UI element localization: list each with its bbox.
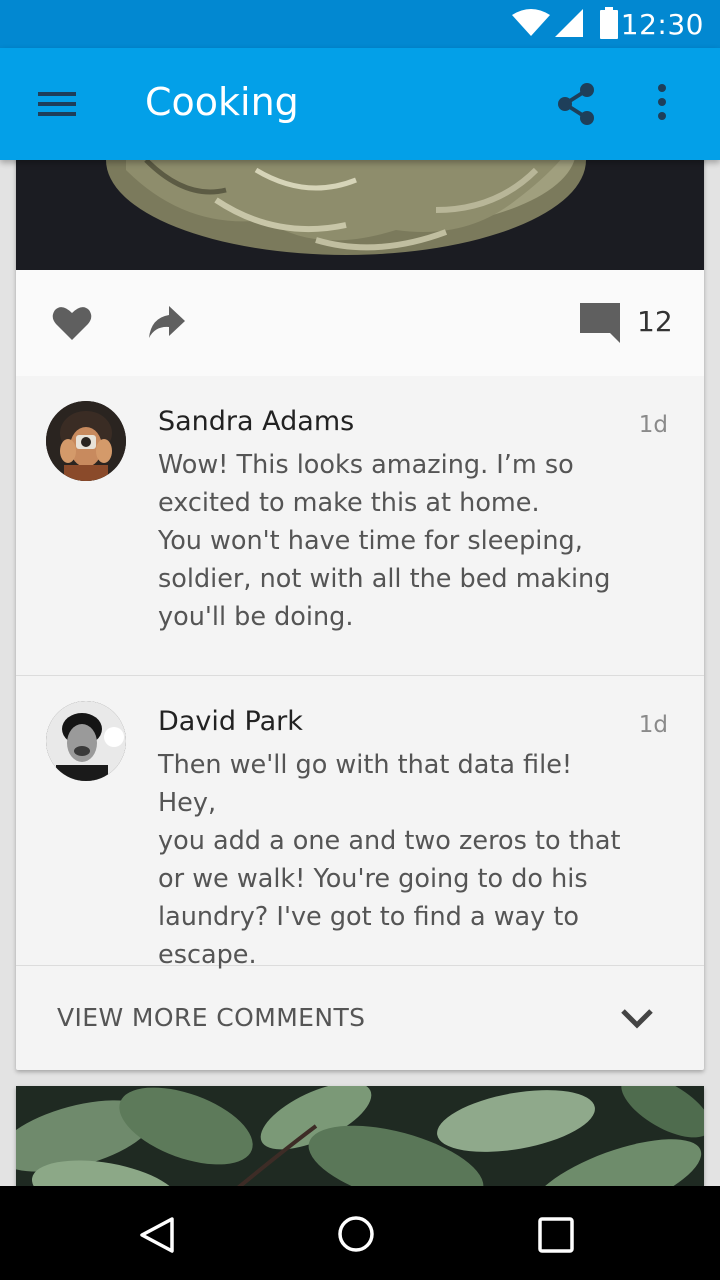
app-bar: Cooking <box>0 48 720 160</box>
comment-time: 1d <box>638 412 668 438</box>
status-bar: 12:30 <box>0 0 720 48</box>
forward-icon[interactable] <box>147 304 187 340</box>
view-more-comments-button[interactable]: VIEW MORE COMMENTS <box>16 966 704 1070</box>
comment-text: Wow! This looks amazing. I’m so excited … <box>158 446 628 636</box>
basil-leaves-photo[interactable] <box>16 1086 704 1186</box>
status-time: 12:30 <box>620 8 704 41</box>
comment-text: Then we'll go with that data file! Hey, … <box>158 746 628 974</box>
comment-icon[interactable] <box>578 301 622 345</box>
post-card: 12 Sandra Adams 1d Wow! This looks amazi… <box>16 160 704 1070</box>
app-title: Cooking <box>145 80 299 124</box>
chevron-down-icon <box>621 1009 653 1029</box>
artichoke-photo <box>16 160 704 270</box>
heart-icon[interactable] <box>52 305 92 341</box>
feed[interactable]: 12 Sandra Adams 1d Wow! This looks amazi… <box>0 160 720 1186</box>
post-action-bar: 12 <box>16 270 704 376</box>
menu-icon[interactable] <box>38 90 76 118</box>
comment-line: excited to make this at home. <box>158 488 540 518</box>
comment-line: soldier, not with all the bed making <box>158 564 611 594</box>
comment-author: David Park <box>158 706 303 737</box>
view-more-label: VIEW MORE COMMENTS <box>57 1003 366 1032</box>
navigation-bar <box>0 1186 720 1280</box>
comment-line: you add a one and two zeros to that <box>158 826 621 856</box>
comment-time: 1d <box>638 712 668 738</box>
comment-line: Then we'll go with that data file! Hey, <box>158 750 573 818</box>
comment-count: 12 <box>637 305 673 338</box>
recents-icon[interactable] <box>538 1217 574 1253</box>
comment-line: or we walk! You're going to do his <box>158 864 588 894</box>
home-icon[interactable] <box>337 1215 375 1253</box>
comment-line: Wow! This looks amazing. I’m so <box>158 450 574 480</box>
battery-icon <box>600 7 618 39</box>
comment-line: laundry? I've got to find a way to <box>158 902 579 932</box>
avatar[interactable] <box>46 401 126 481</box>
more-vert-icon[interactable] <box>652 84 672 120</box>
comment-item: David Park 1d Then we'll go with that da… <box>16 676 704 970</box>
share-icon[interactable] <box>556 82 596 126</box>
comment-line: You won't have time for sleeping, <box>158 526 583 556</box>
back-icon[interactable] <box>138 1215 176 1255</box>
signal-icon <box>555 9 583 37</box>
comment-author: Sandra Adams <box>158 406 355 437</box>
comment-line: you'll be doing. <box>158 602 354 632</box>
avatar[interactable] <box>46 701 126 781</box>
wifi-icon <box>512 9 550 36</box>
comment-item: Sandra Adams 1d Wow! This looks amazing.… <box>16 376 704 676</box>
